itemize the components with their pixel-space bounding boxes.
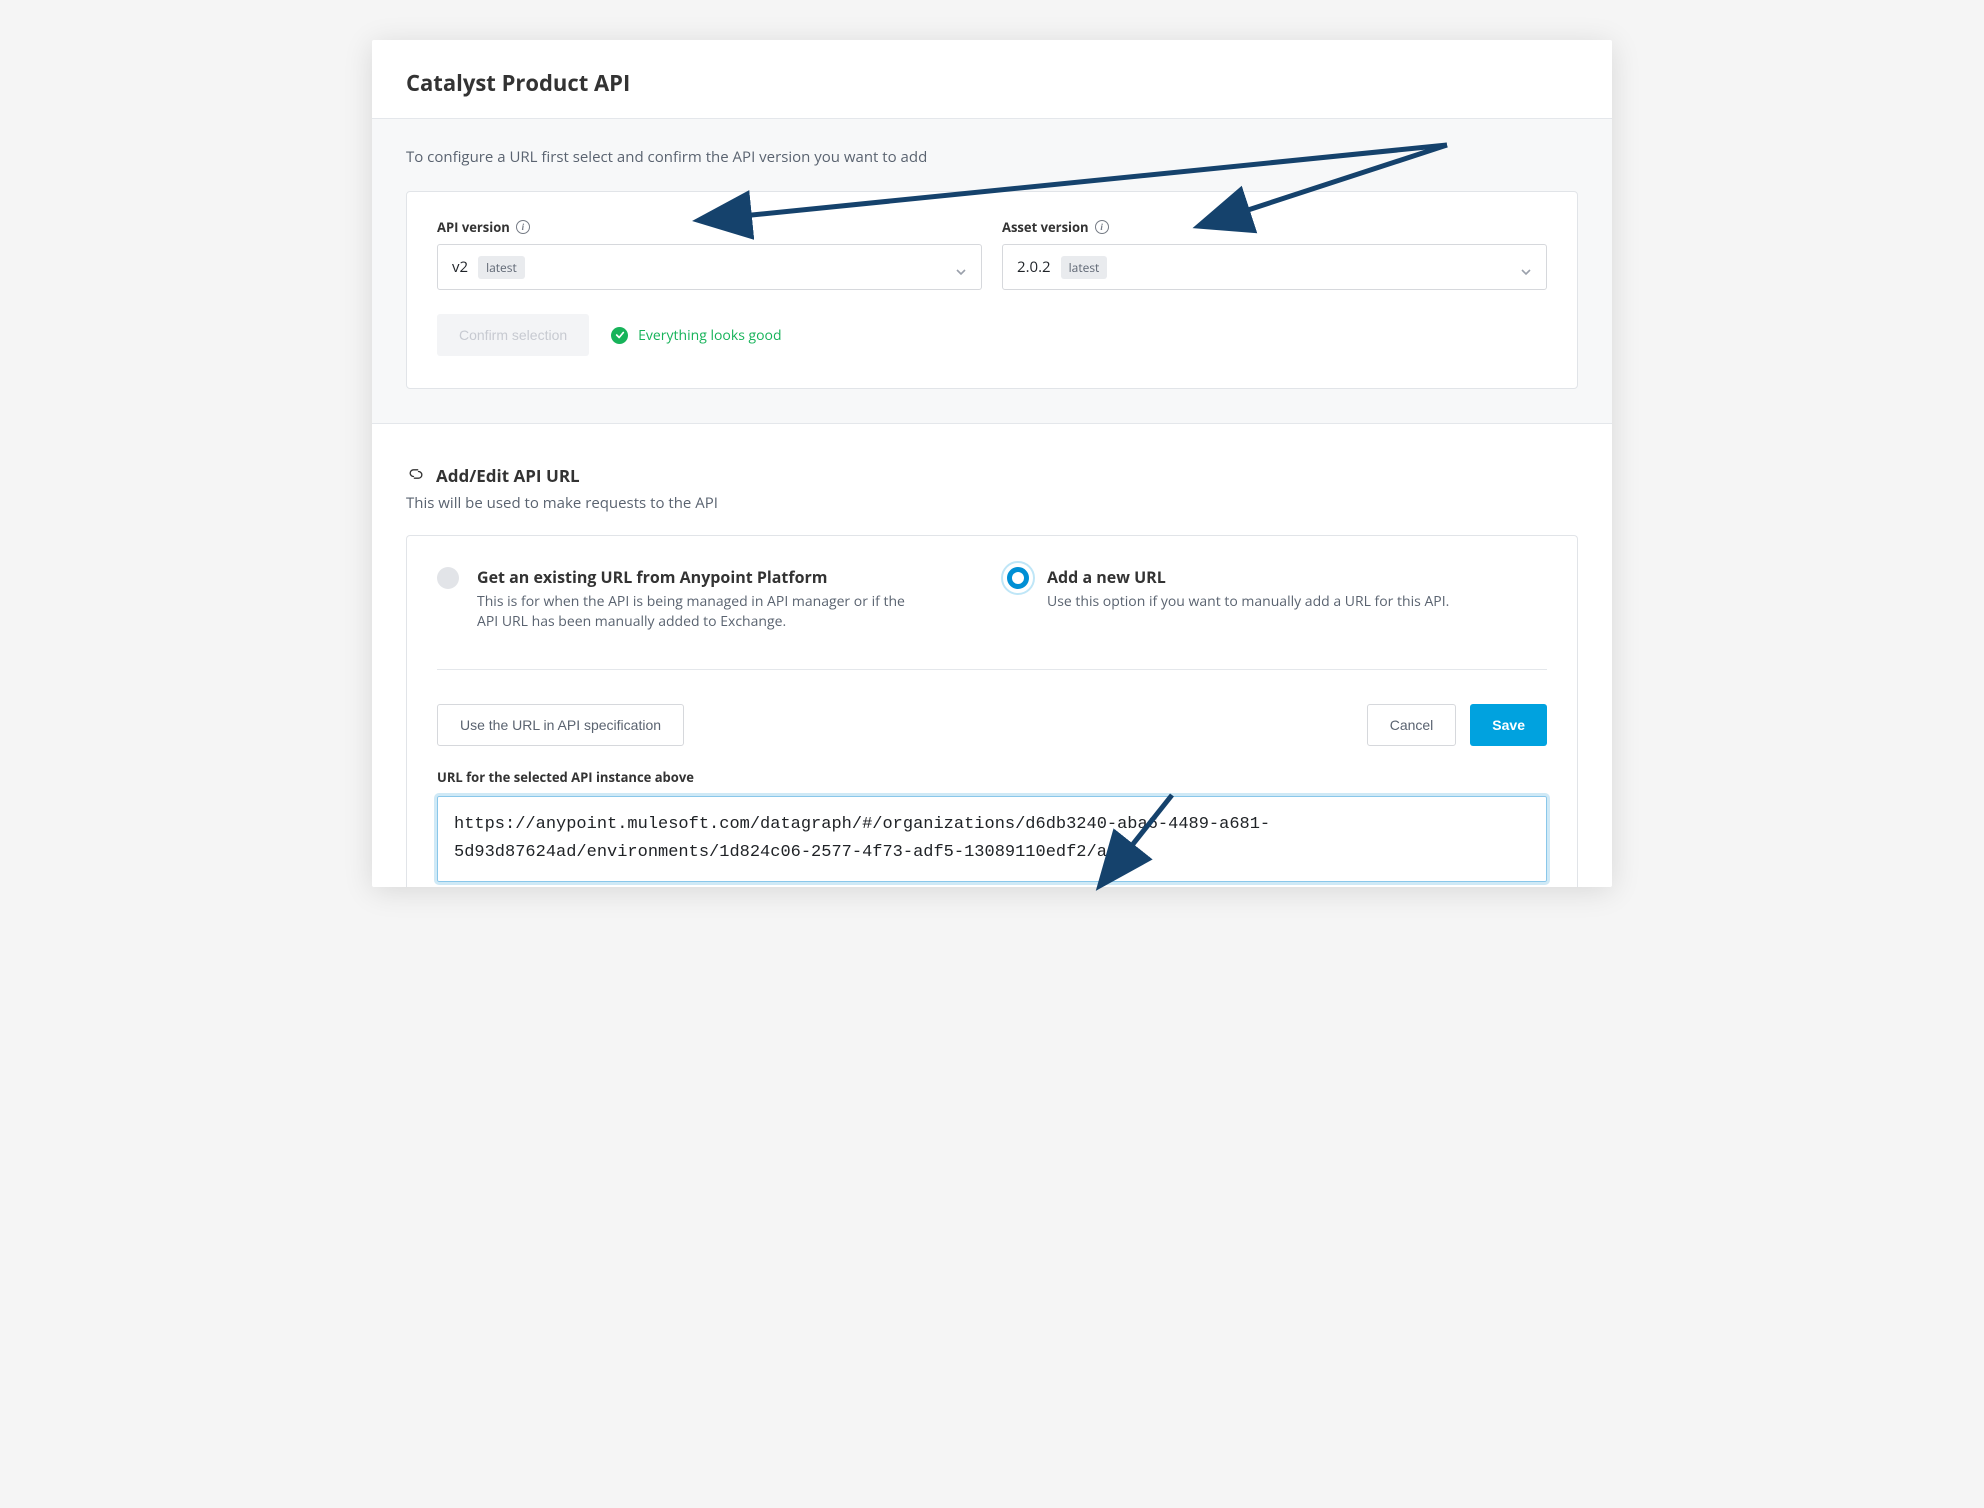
radio-option-existing[interactable]: Get an existing URL from Anypoint Platfo… xyxy=(437,566,907,633)
page-title: Catalyst Product API xyxy=(406,68,1578,98)
confirm-selection-button: Confirm selection xyxy=(437,314,589,356)
radio-new-title: Add a new URL xyxy=(1047,566,1449,588)
asset-version-label: Asset version xyxy=(1002,218,1089,236)
check-circle-icon xyxy=(611,327,628,344)
radio-selected-icon xyxy=(1007,567,1029,589)
status-text: Everything looks good xyxy=(638,326,781,345)
radio-unselected-icon xyxy=(437,567,459,589)
api-version-group: API version i v2 latest xyxy=(437,218,982,290)
panel-header: Catalyst Product API xyxy=(372,40,1612,118)
url-section-title: Add/Edit API URL xyxy=(436,464,580,487)
radio-existing-title: Get an existing URL from Anypoint Platfo… xyxy=(477,566,907,588)
info-icon[interactable]: i xyxy=(516,220,530,234)
use-spec-url-button[interactable]: Use the URL in API specification xyxy=(437,704,684,746)
link-icon xyxy=(406,465,426,487)
api-version-label: API version xyxy=(437,218,510,236)
radio-new-desc: Use this option if you want to manually … xyxy=(1047,592,1449,612)
asset-version-tag: latest xyxy=(1061,256,1108,279)
validation-status: Everything looks good xyxy=(611,326,781,345)
cancel-button[interactable]: Cancel xyxy=(1367,704,1457,746)
version-card: API version i v2 latest Asset version xyxy=(406,191,1578,389)
asset-version-group: Asset version i 2.0.2 latest xyxy=(1002,218,1547,290)
asset-version-value: 2.0.2 xyxy=(1017,257,1051,277)
chevron-down-icon xyxy=(955,261,967,273)
version-section: To configure a URL first select and conf… xyxy=(372,118,1612,424)
chevron-down-icon xyxy=(1520,261,1532,273)
url-card: Get an existing URL from Anypoint Platfo… xyxy=(406,535,1578,887)
divider xyxy=(437,669,1547,670)
intro-text: To configure a URL first select and conf… xyxy=(406,147,1578,167)
api-version-select[interactable]: v2 latest xyxy=(437,244,982,290)
radio-option-new[interactable]: Add a new URL Use this option if you wan… xyxy=(1007,566,1449,633)
save-button[interactable]: Save xyxy=(1470,704,1547,746)
url-section: Add/Edit API URL This will be used to ma… xyxy=(372,424,1612,887)
info-icon[interactable]: i xyxy=(1095,220,1109,234)
url-section-subtitle: This will be used to make requests to th… xyxy=(406,493,1578,513)
config-panel: Catalyst Product API To configure a URL … xyxy=(372,40,1612,887)
radio-existing-desc: This is for when the API is being manage… xyxy=(477,592,907,633)
url-input[interactable] xyxy=(437,796,1547,882)
url-input-label: URL for the selected API instance above xyxy=(437,768,1547,786)
asset-version-select[interactable]: 2.0.2 latest xyxy=(1002,244,1547,290)
api-version-tag: latest xyxy=(478,256,525,279)
api-version-value: v2 xyxy=(452,257,468,277)
